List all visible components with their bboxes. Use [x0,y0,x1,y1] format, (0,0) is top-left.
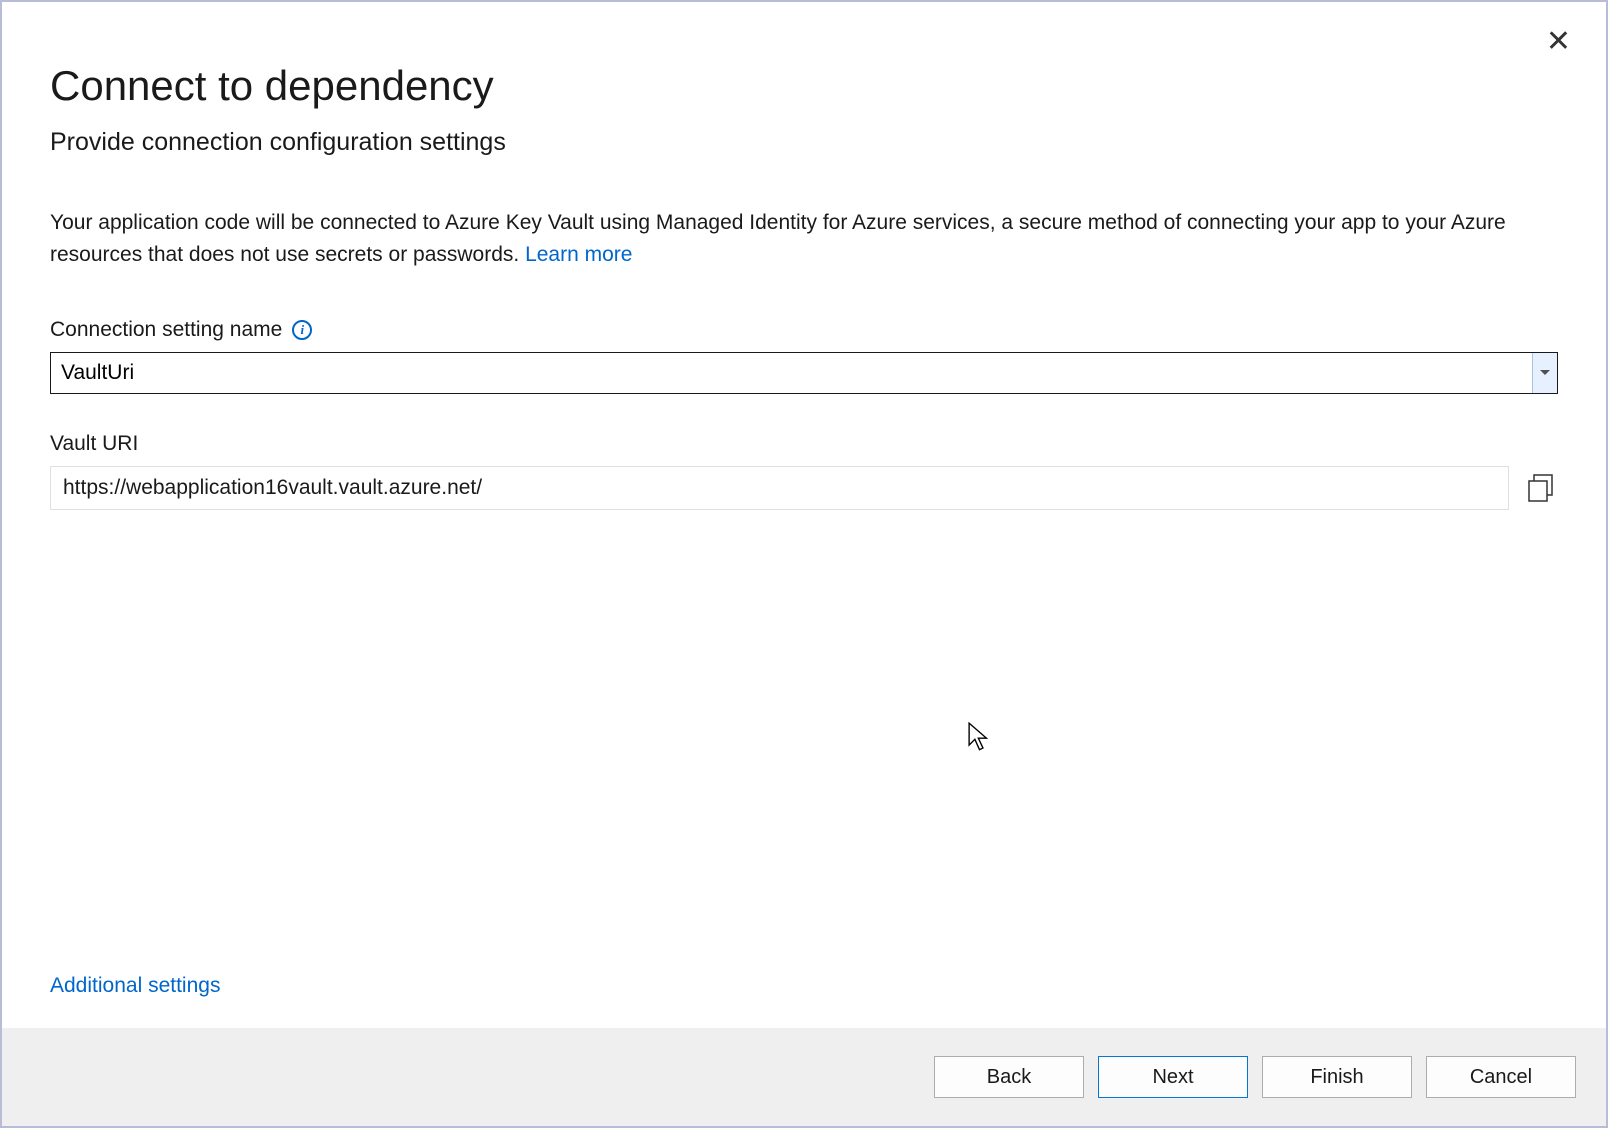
close-icon: ✕ [1546,25,1571,58]
connection-name-input[interactable] [51,353,1532,393]
vault-uri-label-row: Vault URI [50,432,1558,456]
dialog-subtitle: Provide connection configuration setting… [50,128,1558,157]
dialog-title: Connect to dependency [50,62,1558,110]
finish-button[interactable]: Finish [1262,1056,1412,1098]
vault-uri-field: Vault URI [50,432,1558,510]
connection-name-dropdown-button[interactable] [1532,353,1557,393]
vault-uri-input[interactable] [50,466,1509,510]
additional-settings-link[interactable]: Additional settings [50,974,220,998]
copy-button[interactable] [1524,471,1558,505]
info-icon[interactable]: i [292,320,312,340]
next-button[interactable]: Next [1098,1056,1248,1098]
connection-name-label-row: Connection setting name i [50,318,1558,342]
connection-name-combo [50,352,1558,394]
dialog-content: Connect to dependency Provide connection… [2,2,1606,1028]
close-button[interactable]: ✕ [1536,22,1581,62]
vault-uri-row [50,466,1558,510]
chevron-down-icon [1540,370,1550,376]
learn-more-link[interactable]: Learn more [525,243,632,266]
vault-uri-label: Vault URI [50,432,138,456]
connect-dependency-dialog: ✕ Connect to dependency Provide connecti… [0,0,1608,1128]
dialog-description: Your application code will be connected … [50,207,1558,270]
dialog-footer: Back Next Finish Cancel [2,1028,1606,1126]
description-text: Your application code will be connected … [50,211,1506,266]
copy-icon [1526,473,1556,503]
back-button[interactable]: Back [934,1056,1084,1098]
connection-name-field: Connection setting name i [50,318,1558,394]
connection-name-label: Connection setting name [50,318,282,342]
cancel-button[interactable]: Cancel [1426,1056,1576,1098]
